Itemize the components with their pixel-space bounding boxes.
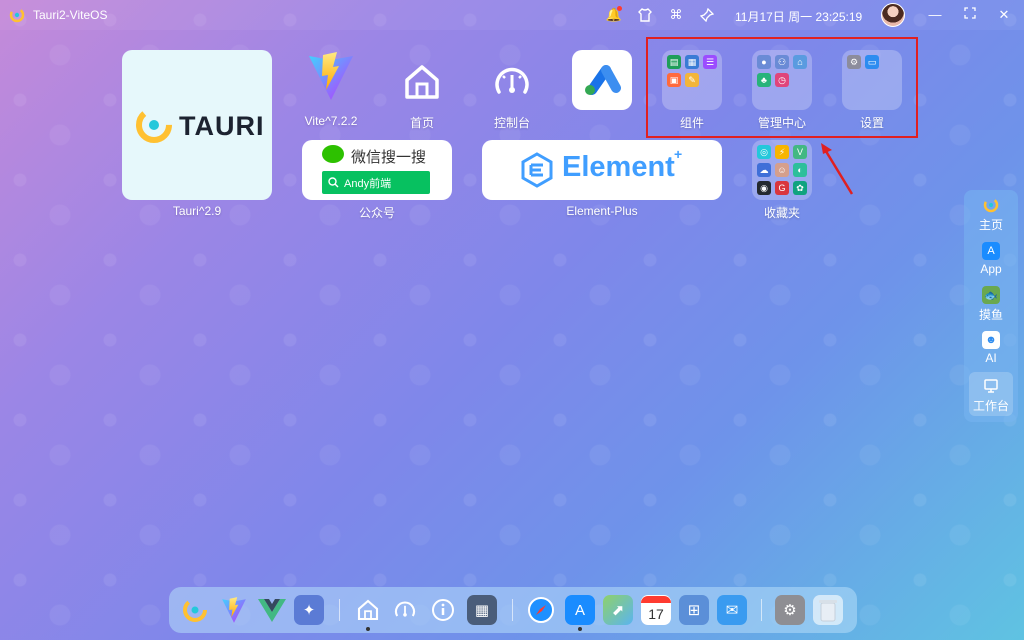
calendar-day: 17 [648, 605, 664, 622]
chatgpt-mini-icon: ✿ [793, 181, 807, 195]
title-bar: Tauri2-ViteOS 🔔 ⌘ 11月17日 周一 23:25:19 — ✕ [0, 0, 1024, 30]
dock-separator [512, 599, 513, 621]
user-avatar[interactable] [881, 3, 905, 27]
tauri-mini-icon: ◎ [757, 145, 771, 159]
info-icon[interactable] [428, 595, 458, 625]
vue-mini-icon: V [793, 145, 807, 159]
running-indicator [366, 627, 370, 631]
app-grid-icon[interactable]: ⊞ [679, 595, 709, 625]
home-app[interactable] [400, 60, 444, 104]
element-plus-label: Element-Plus [566, 204, 638, 218]
element-logo-text: Element [562, 151, 675, 183]
sidebar-item-label: App [980, 262, 1002, 276]
desktop-icon [982, 377, 1000, 395]
favorites-group[interactable]: ◎ ⚡ V ☁ ☺ ◐ ◉ G ✿ [752, 140, 812, 200]
appstore-icon: A [982, 242, 1000, 260]
wechat-search-text: Andy前端 [344, 177, 392, 190]
tauri-logo-icon [9, 7, 25, 23]
bell-icon[interactable]: 🔔 [605, 6, 623, 24]
element-plus-tile[interactable]: Element + [482, 140, 722, 200]
dashboard-icon [495, 67, 529, 94]
vite-label: Vite^7.2.2 [304, 114, 358, 128]
tauri-label: Tauri^2.9 [172, 204, 222, 218]
sidebar-item-app[interactable]: A App [964, 242, 1018, 276]
tauri-icon[interactable] [180, 595, 210, 625]
wechat-icon [322, 145, 344, 163]
right-sidebar: 主页 A App 🐟 摸鱼 ☻ AI 工作台 [964, 190, 1018, 422]
vue-icon[interactable] [257, 595, 287, 625]
sidebar-item-label: 摸鱼 [978, 308, 1003, 322]
wechat-tile[interactable]: 微信搜一搜 Andy前端 [302, 140, 452, 200]
vite-icon[interactable] [219, 595, 249, 625]
edge-mini-icon: ◐ [793, 163, 807, 177]
app-title: Tauri2-ViteOS [33, 8, 108, 22]
settings-icon[interactable]: ⚙ [775, 595, 805, 625]
wechat-search-box[interactable]: Andy前端 [322, 171, 430, 194]
dashboard-icon[interactable] [390, 595, 420, 625]
clock: 11月17日 周一 23:25:19 [735, 10, 863, 24]
sidebar-item-home[interactable]: 主页 [964, 196, 1018, 233]
tauri-tile[interactable]: TAURI [122, 50, 272, 200]
dock: ✦ ▦ A ⬈ 17 ⊞ ✉ ⚙ [169, 587, 857, 633]
launcher-icon[interactable]: ✦ [294, 595, 324, 625]
robot-icon: ☻ [982, 331, 1000, 349]
shirt-icon[interactable] [636, 6, 654, 24]
plus-icon: + [674, 146, 683, 162]
gitee-mini-icon: G [775, 181, 789, 195]
favorites-label: 收藏夹 [763, 206, 800, 220]
trash-icon[interactable] [813, 595, 843, 625]
github-mini-icon: ◉ [757, 181, 771, 195]
home-icon [405, 65, 439, 99]
sidebar-item-workbench[interactable]: 工作台 [964, 377, 1018, 414]
avatar-mini-icon: ☺ [775, 163, 789, 177]
vite-mini-icon: ⚡ [775, 145, 789, 159]
sidebar-item-label: 主页 [978, 218, 1003, 232]
mail-icon[interactable]: ✉ [717, 595, 747, 625]
sidebar-item-ai[interactable]: ☻ AI [964, 331, 1018, 365]
google-ads-icon [585, 65, 621, 95]
tauri-icon [982, 196, 1000, 214]
close-icon[interactable]: ✕ [995, 6, 1013, 24]
safari-icon[interactable] [526, 595, 556, 625]
highlight-box [646, 37, 918, 138]
search-icon [328, 177, 339, 188]
vite-app[interactable] [301, 48, 361, 104]
cloud-mini-icon: ☁ [757, 163, 771, 177]
appstore-icon[interactable]: A [565, 595, 595, 625]
sidebar-item-fish[interactable]: 🐟 摸鱼 [964, 286, 1018, 323]
arrow-annotation-icon [821, 143, 854, 195]
blue-app-tile[interactable] [572, 50, 632, 110]
vite-icon [309, 52, 353, 100]
minimize-icon[interactable]: — [926, 6, 944, 24]
dashboard-app[interactable] [490, 60, 534, 104]
dock-separator [339, 599, 340, 621]
wechat-title: 微信搜一搜 [351, 149, 427, 166]
command-icon[interactable]: ⌘ [667, 6, 685, 24]
notification-dot [617, 6, 622, 11]
wechat-label: 公众号 [358, 206, 395, 220]
home-icon[interactable] [353, 595, 383, 625]
tauri-icon [136, 107, 172, 143]
fish-icon: 🐟 [982, 286, 1000, 304]
calendar-icon[interactable]: 17 [641, 595, 671, 625]
dock-separator [761, 599, 762, 621]
sidebar-item-label: AI [985, 351, 997, 365]
home-label: 首页 [409, 116, 434, 130]
running-indicator [578, 627, 582, 631]
apps-group-icon[interactable]: ▦ [467, 595, 497, 625]
dashboard-label: 控制台 [493, 116, 530, 130]
maps-icon[interactable]: ⬈ [603, 595, 633, 625]
tauri-logo-text: TAURI [179, 111, 265, 141]
sidebar-item-label: 工作台 [972, 399, 1009, 413]
pin-icon[interactable] [698, 6, 716, 24]
fullscreen-icon[interactable] [961, 6, 979, 24]
element-logo-icon [521, 152, 553, 188]
